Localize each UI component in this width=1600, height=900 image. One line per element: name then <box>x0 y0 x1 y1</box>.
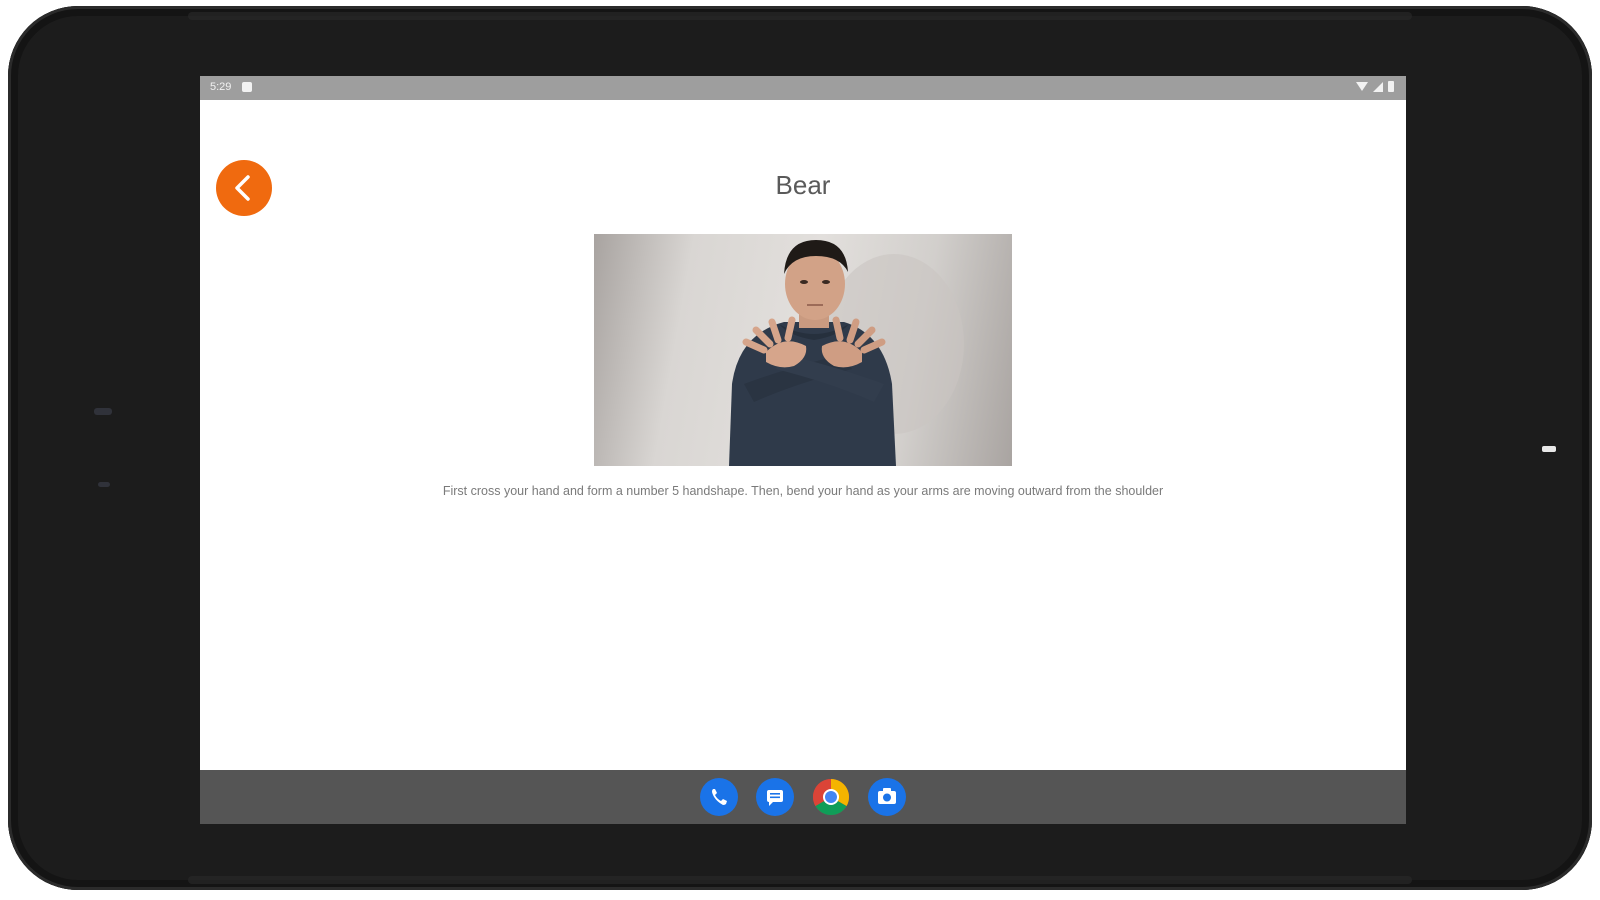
device-frame-stage: 5:29 Bear First cross your hand and form… <box>0 0 1600 900</box>
signal-icon <box>1373 81 1383 92</box>
page-title: Bear <box>775 170 831 200</box>
app-dock <box>700 778 906 816</box>
tablet-edge-bottom <box>188 876 1412 884</box>
side-port <box>1542 446 1556 452</box>
person-signing-illustration <box>729 240 964 466</box>
camera-icon[interactable] <box>868 778 906 816</box>
app-screen: 5:29 Bear First cross your hand and form… <box>200 76 1406 824</box>
tablet-edge-top <box>188 12 1412 20</box>
status-time: 5:29 <box>210 81 232 93</box>
status-icons <box>1356 81 1394 92</box>
battery-icon <box>1388 81 1394 92</box>
light-sensor <box>98 482 110 487</box>
notification-icon <box>242 82 252 92</box>
wifi-icon <box>1356 82 1368 91</box>
chrome-icon[interactable] <box>812 778 850 816</box>
messages-icon[interactable] <box>756 778 794 816</box>
sign-instructions: First cross your hand and form a number … <box>442 484 1164 498</box>
camera-sensor <box>94 408 112 415</box>
status-bar: 5:29 <box>200 76 1406 100</box>
sign-demonstration-image <box>594 234 1012 466</box>
navigation-bar <box>200 770 1406 824</box>
phone-icon[interactable] <box>700 778 738 816</box>
